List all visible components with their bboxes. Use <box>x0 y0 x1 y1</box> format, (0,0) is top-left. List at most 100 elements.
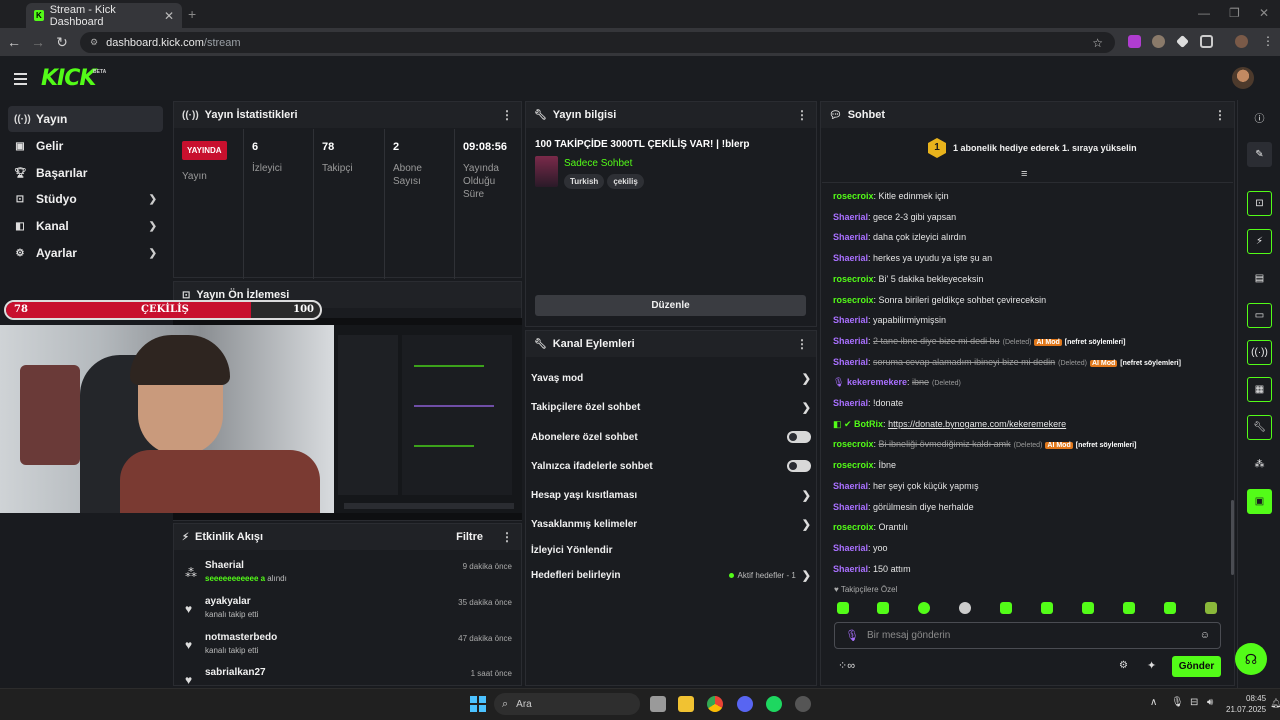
preview-icon[interactable]: ⊡ <box>1247 191 1272 216</box>
chat-message[interactable]: Shaerial: daha çok izleyici alırdın <box>833 230 1223 244</box>
chat-input[interactable]: 🎙︎ Bir mesaj gönderin ☺ <box>834 622 1221 649</box>
list-item[interactable]: ♥ ayakyalar kanalı takip etti 35 dakika … <box>175 594 520 630</box>
emote-menu-icon[interactable]: ✦ <box>1147 659 1156 672</box>
sidebar-item-kanal[interactable]: ◧ Kanal ❯ <box>8 213 163 239</box>
microphone-icon[interactable]: 🎙︎ <box>1171 697 1184 708</box>
more-options-icon[interactable]: ⋮ <box>796 337 808 351</box>
network-icon[interactable]: ⊟ <box>1190 697 1198 708</box>
chat-username[interactable]: Shaerial <box>833 253 868 263</box>
chat-message[interactable]: Shaerial: gece 2-3 gibi yapsan <box>833 210 1223 224</box>
taskbar-clock[interactable]: 08:45 21.07.2025 <box>1226 693 1266 715</box>
broadcast-icon[interactable]: ((·)) <box>1247 340 1272 365</box>
microphone-icon[interactable]: 🎙︎ <box>845 629 859 642</box>
tag-chip[interactable]: çekiliş <box>607 174 644 189</box>
chat-message[interactable]: Shaerial: soruma cevap alamadım ibineyi … <box>833 355 1223 369</box>
volume-icon[interactable]: 🔊︎ <box>1207 697 1213 708</box>
media-icon[interactable]: ▦ <box>1247 377 1272 402</box>
edit-button[interactable]: Düzenle <box>535 295 806 316</box>
gift-sub-banner[interactable]: 1 abonelik hediye ederek 1. sıraya yükse… <box>953 143 1137 153</box>
action-subs-only[interactable]: Abonelere özel sohbet <box>531 427 811 447</box>
more-options-icon[interactable]: ⋮ <box>501 530 513 544</box>
tag-chip[interactable]: Turkish <box>564 174 605 189</box>
emote-icon[interactable] <box>918 602 930 614</box>
collapse-icon[interactable]: ≡ <box>1021 168 1027 180</box>
sidebar-item-basarilar[interactable]: 🏆︎ Başarılar <box>8 160 163 186</box>
action-banned-words[interactable]: Yasaklanmış kelimeler ❯ <box>531 514 811 534</box>
category-thumbnail[interactable] <box>535 156 558 187</box>
more-options-icon[interactable]: ⋮ <box>796 108 808 122</box>
chat-message[interactable]: Shaerial: herkes ya uyudu ya işte şu an <box>833 251 1223 265</box>
emote-icon[interactable] <box>1205 602 1217 614</box>
minimize-icon[interactable]: — <box>1198 6 1210 20</box>
emote-icon[interactable] <box>1082 602 1094 614</box>
chat-scrollbar[interactable] <box>1231 500 1234 575</box>
chat-link[interactable]: https://donate.bynogame.com/kekeremekere <box>888 419 1066 429</box>
task-view-icon[interactable] <box>650 696 666 712</box>
list-item[interactable]: ⁂ Shaerial seeeeeeeeeee a alındı 9 dakik… <box>175 558 520 594</box>
chat-username[interactable]: rosecroix <box>833 522 874 532</box>
more-options-icon[interactable]: ⋮ <box>1214 108 1226 122</box>
emote-icon[interactable] <box>877 602 889 614</box>
file-explorer-icon[interactable] <box>678 696 694 712</box>
avatar[interactable] <box>1232 67 1254 89</box>
bolt-icon[interactable]: ⚡︎ <box>1247 229 1272 254</box>
windows-start-icon[interactable] <box>470 696 486 712</box>
action-followers-only[interactable]: Takipçilere özel sohbet ❯ <box>531 397 811 417</box>
action-account-age[interactable]: Hesap yaşı kısıtlaması ❯ <box>531 485 811 505</box>
chat-username[interactable]: kekeremekere <box>847 377 907 387</box>
chat-message[interactable]: rosecroix: Bi' 5 dakika bekleyeceksin <box>833 272 1223 286</box>
taskbar-search[interactable]: ⌕ Ara <box>494 693 640 715</box>
browser-menu-icon[interactable]: ⋮ <box>1262 34 1274 48</box>
emote-icon[interactable] <box>1041 602 1053 614</box>
close-window-icon[interactable]: ✕ <box>1259 6 1269 20</box>
chat-icon[interactable]: ▭ <box>1247 303 1272 328</box>
site-info-icon[interactable]: ⚙ <box>90 37 98 48</box>
action-goals[interactable]: Hedefleri belirleyin Aktif hedefler - 1 ❯ <box>531 565 811 585</box>
chat-message[interactable]: Shaerial: 150 attım <box>833 562 1223 576</box>
notifications-icon[interactable]: 🔔︎ <box>1270 698 1280 709</box>
pencil-icon[interactable]: ✎ <box>1247 142 1272 167</box>
chat-username[interactable]: Shaerial <box>833 212 868 222</box>
chat-username[interactable]: Shaerial <box>833 232 868 242</box>
emote-icon[interactable] <box>1164 602 1176 614</box>
extension-icon[interactable] <box>1128 35 1141 48</box>
chat-username[interactable]: Shaerial <box>833 502 868 512</box>
toggle-switch[interactable] <box>787 431 811 443</box>
sidebar-item-gelir[interactable]: ▣ Gelir <box>8 133 163 159</box>
forward-icon[interactable]: → <box>26 34 50 50</box>
extensions-puzzle-icon[interactable] <box>1200 35 1213 48</box>
chat-username[interactable]: Shaerial <box>833 543 868 553</box>
emote-icon[interactable] <box>959 602 971 614</box>
chat-message[interactable]: rosecroix: İbne <box>833 458 1223 472</box>
sidebar-item-ayarlar[interactable]: ⚙ Ayarlar ❯ <box>8 240 163 266</box>
list-item[interactable]: ♥ sabrialkan27 1 saat önce <box>175 665 520 687</box>
extension-icon[interactable] <box>1152 35 1165 48</box>
chat-username[interactable]: rosecroix <box>833 191 874 201</box>
tray-chevron-icon[interactable]: ∧ <box>1150 697 1157 708</box>
kick-logo[interactable]: KICK <box>41 66 96 91</box>
chat-message[interactable]: ◧ ✔ BotRix: https://donate.bynogame.com/… <box>833 417 1223 431</box>
action-raid[interactable]: İzleyici Yönlendir <box>531 540 811 560</box>
more-options-icon[interactable]: ⋮ <box>501 108 513 122</box>
profile-icon[interactable] <box>1235 35 1248 48</box>
game-icon[interactable]: ▣ <box>1247 489 1272 514</box>
chat-username[interactable]: Shaerial <box>833 398 868 408</box>
stream-category[interactable]: Sadece Sohbet <box>564 158 632 169</box>
action-slow-mode[interactable]: Yavaş mod ❯ <box>531 368 811 388</box>
new-tab-icon[interactable]: + <box>188 6 196 22</box>
chat-message[interactable]: rosecroix: Sonra birileri geldikçe sohbe… <box>833 293 1223 307</box>
browser-tab[interactable]: K Stream - Kick Dashboard ✕ <box>26 3 182 28</box>
chat-username[interactable]: rosecroix <box>833 439 874 449</box>
sidebar-item-studyo[interactable]: ⊡ Stüdyo ❯ <box>8 186 163 212</box>
chat-settings-icon[interactable]: ⚙ <box>1119 660 1128 671</box>
reload-icon[interactable]: ↻ <box>50 34 74 51</box>
maximize-icon[interactable]: ❐ <box>1229 6 1240 20</box>
discord-icon[interactable] <box>737 696 753 712</box>
sidebar-item-yayin[interactable]: ((·)) Yayın <box>8 106 163 132</box>
points-icon[interactable]: ⁘∞ <box>838 659 855 672</box>
emoji-picker-icon[interactable]: ☺ <box>1200 630 1210 641</box>
apps-icon[interactable]: ⁂ <box>1247 452 1272 477</box>
url-field[interactable]: ⚙ dashboard.kick.com/stream ☆ <box>80 32 1115 53</box>
hamburger-menu-icon[interactable] <box>14 73 27 88</box>
obs-icon[interactable] <box>795 696 811 712</box>
